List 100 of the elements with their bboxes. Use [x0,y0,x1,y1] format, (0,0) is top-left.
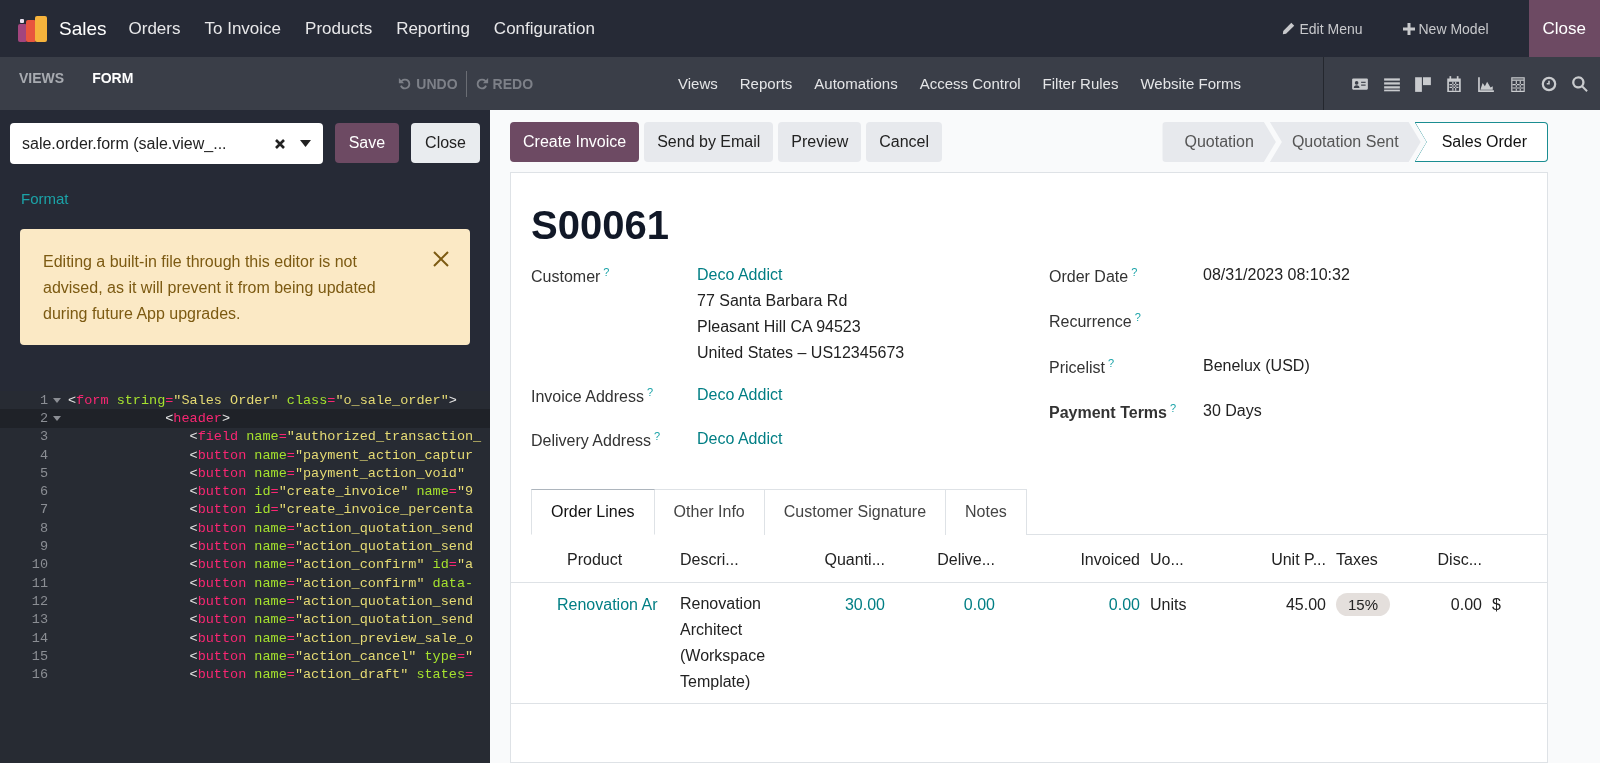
table-cell[interactable]: 30.00 [844,595,885,613]
code-line: <button id="create_invoice" name="9 [188,484,474,500]
app-logo[interactable] [18,15,47,42]
column-header[interactable]: Product [557,550,670,569]
address-line: United States – US12345673 [697,344,905,362]
column-header[interactable]: Invoiced [995,550,1140,569]
action-button[interactable]: Send by Email [644,122,774,162]
address-line: 77 Santa Barbara Rd [697,292,849,310]
editor-tab[interactable]: VIEWS [19,69,65,86]
editor-tab[interactable]: FORM [92,69,134,86]
menu-item[interactable]: Reports [739,75,793,92]
notebook-tab[interactable]: Notes [946,488,1027,535]
field-value[interactable]: Deco Addict [697,386,783,404]
status-step[interactable]: Quotation Sent [1269,122,1421,162]
column-header[interactable]: Delive... [885,550,995,569]
field-value[interactable]: Deco Addict [697,430,783,449]
close-button[interactable]: Close [411,123,480,163]
record-title: S00061 [531,203,670,248]
table-cell[interactable]: 0.00 [963,595,995,613]
line-number: 3 [38,429,48,445]
notebook-tab[interactable]: Order Lines [531,488,655,535]
menu-item[interactable]: Reporting [396,18,470,39]
field-label: Recurrence [1049,313,1132,331]
field-label: Customer [531,268,601,286]
menu-item[interactable]: To Invoice [204,18,282,39]
address-line: Pleasant Hill CA 94523 [697,318,862,336]
fold-icon[interactable] [53,415,61,421]
line-number: 15 [30,648,48,664]
field-value[interactable]: Deco Addict [697,266,905,284]
menu-action[interactable]: New Model [1418,20,1489,37]
menu-item[interactable]: Configuration [493,18,595,39]
field-label: Order Date [1049,268,1129,286]
menu-item[interactable]: Orders [128,18,181,39]
code-line: <button name="action_confirm" id="a [188,557,474,573]
line-number: 4 [38,447,48,463]
field-value: 08/31/2023 08:10:32 [1203,266,1350,284]
code-line: <form string="Sales Order" class="o_sale_order"> [67,392,457,408]
view-select[interactable]: sale.order.form (sale.view_... [10,123,323,164]
field-value: Benelux (USD) [1203,356,1310,375]
line-number: 12 [30,593,48,609]
close-icon[interactable] [433,251,449,267]
line-number: 10 [30,557,48,573]
tax-tag: 15% [1336,592,1391,616]
close-button[interactable]: Close [1528,0,1600,57]
status-step[interactable]: Sales Order [1414,122,1548,162]
code-line: <button name="action_quotation_send [188,612,474,628]
line-number: 11 [30,575,48,591]
menu-item[interactable]: Automations [814,75,898,92]
warning-text: Editing a built-in file through this editor is not advised, as it will prevent it from being updated during future App upgrades. [43,252,377,324]
notebook-tab[interactable]: Other Info [654,488,765,535]
clock-icon[interactable] [1540,74,1558,93]
clear-icon[interactable] [273,137,286,150]
fold-icon[interactable] [53,397,61,403]
column-header[interactable]: Unit P... [1230,550,1326,569]
app-name[interactable]: Sales [59,17,107,40]
menu-item[interactable]: Access Control [919,75,1021,92]
menu-action[interactable]: Edit Menu [1299,20,1363,37]
code-line: <header> [164,410,231,426]
line-number: 6 [38,484,48,500]
line-number: 16 [30,667,48,683]
line-number: 13 [30,612,48,628]
column-header[interactable]: Descri... [670,550,800,569]
action-button[interactable]: Create Invoice [510,122,640,162]
column-header[interactable]: Disc... [1422,550,1482,569]
calendar-icon[interactable] [1445,74,1463,93]
status-step[interactable]: Quotation [1162,122,1276,162]
line-number: 8 [38,520,48,536]
field-label: Pricelist [1049,359,1105,376]
format-link[interactable]: Format [21,190,490,207]
menu-item[interactable]: Filter Rules [1042,75,1119,92]
menu-item[interactable]: Products [305,18,373,39]
field-value: 30 Days [1203,402,1262,420]
save-button[interactable]: Save [334,123,400,163]
pivot-grid-icon[interactable] [1509,74,1527,93]
caret-icon[interactable] [299,140,311,147]
code-line: <button name="action_preview_sale_o [188,630,474,646]
field-label: Delivery Address [531,432,652,450]
action-button[interactable]: Cancel [866,122,943,162]
code-line: <button name="payment_action_captur [188,447,474,463]
action-button[interactable]: Preview [778,122,862,162]
code-line: <button name="action_draft" states= [188,667,474,683]
code-line: <button name="action_quotation_send [188,593,474,609]
area-chart-icon[interactable] [1476,74,1496,93]
code-line: <button name="action_cancel" type=" [188,648,474,664]
column-header[interactable]: Quanti... [800,550,885,569]
column-header[interactable]: Taxes [1326,550,1422,569]
menu-item[interactable]: Views [678,75,718,92]
menu-item[interactable]: Website Forms [1140,75,1241,92]
table-cell[interactable]: Renovation Ar [557,595,658,613]
search-icon[interactable] [1571,74,1589,93]
table-cell[interactable]: 0.00 [1108,595,1140,613]
line-number: 2 [38,410,48,426]
line-number: 14 [30,630,48,646]
code-line: <button name="action_confirm" data- [188,575,474,591]
pencil-icon [1282,22,1296,35]
kanban-icon[interactable] [1414,74,1432,93]
line-number: 5 [38,465,48,481]
notebook-tab[interactable]: Customer Signature [764,488,947,535]
field-label: Payment Terms [1049,404,1167,422]
column-header[interactable]: Uo... [1140,550,1230,569]
